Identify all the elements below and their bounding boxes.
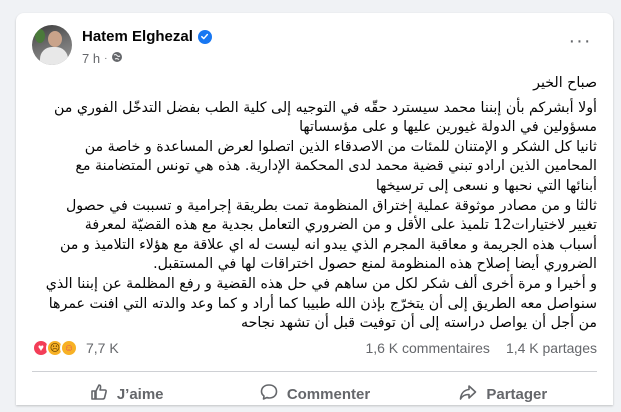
share-icon <box>458 382 478 406</box>
post-text-line: ثالثا و من مصادر موثوقة عملية إختراق الم… <box>66 197 597 214</box>
comment-button[interactable]: Commenter <box>220 376 408 412</box>
post-text-line: من أجل أن يواصل دراسته إلى أن توفيت قبل … <box>240 315 597 332</box>
post-time[interactable]: 7 h <box>82 51 100 66</box>
post-stats: ♥ ☹ ☺ 7,7 K 1,6 K commentaires 1,4 K par… <box>32 338 597 358</box>
post-header: Hatem Elghezal 7 h · ··· <box>32 24 601 66</box>
post-text-line: المحامين الذين ارادو تبني قضية محمد لدى … <box>75 158 597 175</box>
reactions-count[interactable]: 7,7 K <box>86 340 119 356</box>
author-row: Hatem Elghezal <box>82 28 212 45</box>
care-reaction-icon: ☺ <box>60 339 78 357</box>
author-name[interactable]: Hatem Elghezal <box>82 28 193 45</box>
post-text-line: تغيير لاختيارات12 تلميذ على الأقل و من ا… <box>84 217 597 234</box>
post-text-line: أولا أبشركم بأن إبننا محمد سيسترد حقّه ف… <box>54 99 597 116</box>
comment-label: Commenter <box>286 385 371 403</box>
post-meta: 7 h · <box>82 51 123 66</box>
avatar[interactable] <box>32 25 72 65</box>
verified-badge-icon <box>197 29 212 44</box>
reaction-icons: ♥ ☹ ☺ <box>32 339 78 357</box>
post-text-line: أبنائها التي نحبها و نسعى إلى ترسيخها <box>375 177 597 194</box>
like-label: J’aime <box>116 385 164 403</box>
post-text-line: الضروري أيضا إصلاح هذه المنظومة لمنع حصو… <box>153 256 597 273</box>
like-button[interactable]: J’aime <box>32 376 220 412</box>
globe-icon[interactable] <box>111 51 123 66</box>
comments-count[interactable]: 1,6 K commentaires <box>365 340 490 356</box>
post-actions: J’aime Commenter Partager <box>32 376 597 412</box>
share-label: Partager <box>486 385 548 403</box>
share-button[interactable]: Partager <box>409 376 597 412</box>
divider <box>32 371 597 372</box>
like-icon <box>89 382 109 406</box>
post-text-line: و أخيرا و مرة أخرى ألف شكر لكل من ساهم ف… <box>45 275 597 292</box>
post-text-line: سنواصل معه الطريق إلى أن يتخرّج بإذن الل… <box>48 295 597 312</box>
post-card: Hatem Elghezal 7 h · ··· صباح الخير أولا… <box>16 13 613 405</box>
comment-icon <box>259 382 279 406</box>
engagement-counts: 1,6 K commentaires 1,4 K partages <box>365 340 597 356</box>
more-icon: ··· <box>568 29 592 52</box>
reactions-summary[interactable]: ♥ ☹ ☺ 7,7 K <box>32 339 119 357</box>
more-options-button[interactable]: ··· <box>565 26 595 56</box>
separator-dot: · <box>104 53 108 64</box>
post-text-line: ثانيا كل الشكر و الإمتنان للمئات من الاص… <box>84 138 597 155</box>
post-text-line: صباح الخير <box>533 75 597 91</box>
post-text: صباح الخير أولا أبشركم بأن إبننا محمد سي… <box>32 74 597 334</box>
post-text-line: أسباب هذه الجريمة و معاقبة المجرم الذي ي… <box>60 236 597 253</box>
shares-count[interactable]: 1,4 K partages <box>506 340 597 356</box>
post-text-line: مسؤولين في الدولة غيورين عليها و على مؤس… <box>299 119 597 136</box>
